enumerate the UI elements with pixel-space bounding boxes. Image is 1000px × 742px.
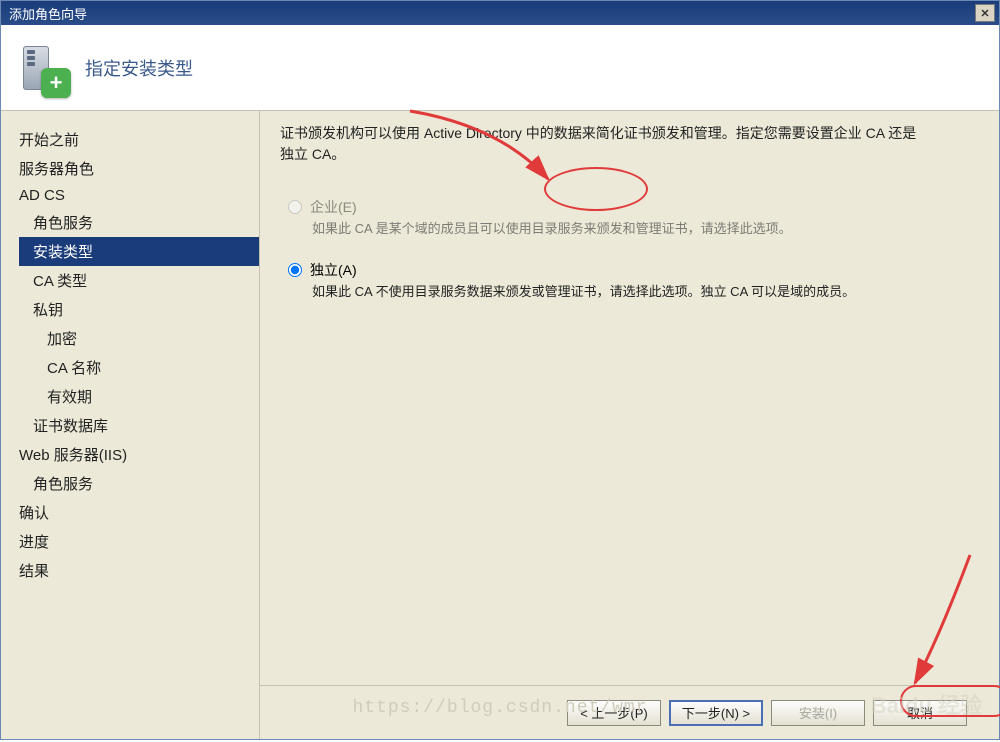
radio-enterprise-label: 企业(E) [310, 197, 357, 217]
close-icon: ✕ [980, 7, 989, 20]
sidebar-item-private-key[interactable]: 私钥 [19, 295, 259, 324]
sidebar: 开始之前 服务器角色 AD CS 角色服务 安装类型 CA 类型 私钥 加密 C… [1, 111, 259, 739]
sidebar-item-cert-db[interactable]: 证书数据库 [19, 411, 259, 440]
sidebar-item-validity[interactable]: 有效期 [19, 382, 259, 411]
cancel-button[interactable]: 取消 [873, 700, 967, 726]
radio-standalone[interactable]: 独立(A) [288, 260, 981, 280]
radio-standalone-input[interactable] [288, 263, 302, 277]
sidebar-item-ca-type[interactable]: CA 类型 [19, 266, 259, 295]
description-text: 证书颁发机构可以使用 Active Directory 中的数据来简化证书颁发和… [280, 123, 920, 165]
titlebar: 添加角色向导 ✕ [1, 1, 999, 25]
sidebar-item-confirm[interactable]: 确认 [19, 498, 259, 527]
wizard-icon: + [19, 40, 67, 96]
install-button: 安装(I) [771, 700, 865, 726]
sidebar-item-setup-type[interactable]: 安装类型 [19, 237, 259, 266]
radio-standalone-desc: 如果此 CA 不使用目录服务数据来颁发或管理证书，请选择此选项。独立 CA 可以… [312, 283, 981, 301]
radio-enterprise: 企业(E) [288, 197, 981, 217]
window-title: 添加角色向导 [9, 4, 87, 23]
header: + 指定安装类型 [1, 25, 999, 111]
plus-icon: + [41, 68, 71, 98]
radio-enterprise-input [288, 200, 302, 214]
button-bar: < 上一步(P) 下一步(N) > 安装(I) 取消 [260, 685, 999, 739]
sidebar-item-before-begin[interactable]: 开始之前 [19, 125, 259, 154]
sidebar-item-role-services[interactable]: 角色服务 [19, 208, 259, 237]
sidebar-item-progress[interactable]: 进度 [19, 527, 259, 556]
wizard-window: 添加角色向导 ✕ + 指定安装类型 开始之前 服务器角色 AD CS 角色服务 … [0, 0, 1000, 740]
sidebar-item-web-server[interactable]: Web 服务器(IIS) [19, 440, 259, 469]
sidebar-item-ca-name[interactable]: CA 名称 [19, 353, 259, 382]
prev-button[interactable]: < 上一步(P) [567, 700, 661, 726]
sidebar-item-role-services-2[interactable]: 角色服务 [19, 469, 259, 498]
close-button[interactable]: ✕ [975, 4, 995, 22]
sidebar-item-results[interactable]: 结果 [19, 556, 259, 585]
radio-enterprise-desc: 如果此 CA 是某个域的成员且可以使用目录服务来颁发和管理证书，请选择此选项。 [312, 220, 981, 238]
sidebar-item-server-roles[interactable]: 服务器角色 [19, 154, 259, 183]
main-panel: 证书颁发机构可以使用 Active Directory 中的数据来简化证书颁发和… [259, 111, 999, 739]
body: 开始之前 服务器角色 AD CS 角色服务 安装类型 CA 类型 私钥 加密 C… [1, 111, 999, 739]
annotation-arrow-2 [820, 545, 980, 705]
page-title: 指定安装类型 [85, 55, 193, 81]
sidebar-item-adcs[interactable]: AD CS [19, 183, 259, 208]
sidebar-item-cryptography[interactable]: 加密 [19, 324, 259, 353]
setup-type-radio-group: 企业(E) 如果此 CA 是某个域的成员且可以使用目录服务来颁发和管理证书，请选… [288, 197, 981, 323]
next-button[interactable]: 下一步(N) > [669, 700, 763, 726]
radio-standalone-label: 独立(A) [310, 260, 357, 280]
